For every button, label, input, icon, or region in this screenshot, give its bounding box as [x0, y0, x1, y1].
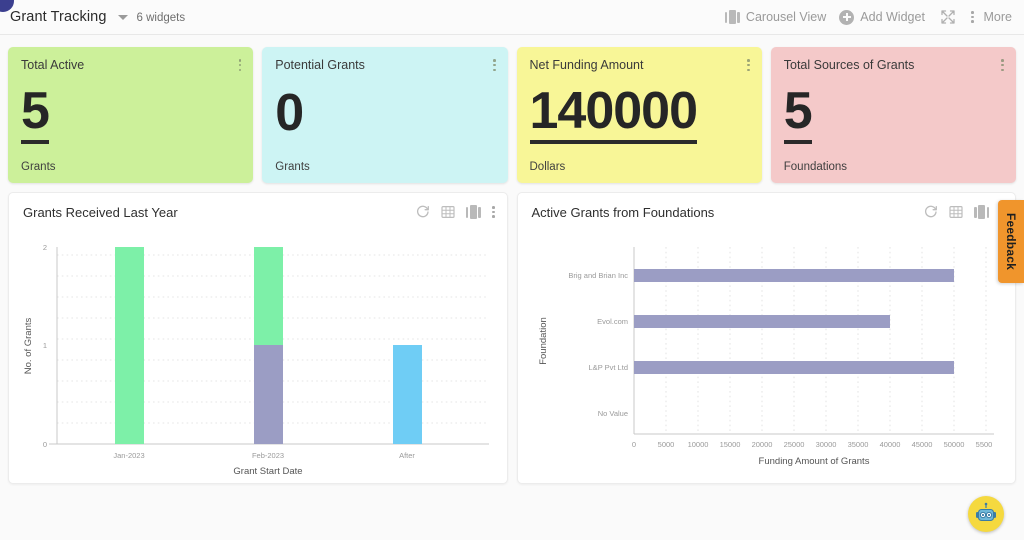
bar-after-blue[interactable] — [393, 345, 422, 444]
kpi-value-wrap: 140000 — [530, 68, 749, 161]
widget-count-label: 6 widgets — [137, 12, 186, 24]
widget-panel-row: Grants Received Last Year — [8, 192, 1016, 484]
add-widget-button[interactable]: Add Widget — [839, 10, 925, 25]
carousel-icon[interactable] — [466, 205, 481, 219]
chatbot-robot-icon — [973, 501, 999, 527]
x-axis-title: Funding Amount of Grants — [758, 456, 869, 467]
y-tick-2: 2 — [43, 243, 47, 252]
x-tick-2: 10000 — [687, 440, 708, 449]
kpi-card-net-funding-amount[interactable]: Net Funding Amount 140000 Dollars — [517, 47, 762, 183]
x-tick-0: 0 — [631, 440, 635, 449]
x-tick-7: 35000 — [847, 440, 868, 449]
widget-active-grants-from-foundations: Active Grants from Foundations — [517, 192, 1017, 484]
bar-chart-active-grants: Brig and Brian Inc Evol.com L&P Pvt Ltd … — [518, 231, 1016, 483]
kpi-value-wrap: 5 — [21, 68, 240, 161]
refresh-icon[interactable] — [924, 205, 938, 219]
y-axis-title: Foundation — [538, 317, 549, 365]
bar-lp-pvt-ltd[interactable] — [634, 361, 954, 374]
widget-header: Grants Received Last Year — [9, 193, 507, 231]
chart-svg: Brig and Brian Inc Evol.com L&P Pvt Ltd … — [518, 231, 1016, 483]
y-tick-lp-pvt-ltd: L&P Pvt Ltd — [588, 363, 627, 372]
x-tick-6: 30000 — [815, 440, 836, 449]
refresh-icon[interactable] — [416, 205, 430, 219]
dashboard-app: Grant Tracking 6 widgets Carousel View A… — [0, 0, 1024, 540]
widget-tools — [924, 205, 1003, 219]
kpi-card-row: Total Active 5 Grants Potential Grants 0… — [8, 47, 1016, 183]
kpi-card-total-active[interactable]: Total Active 5 Grants — [8, 47, 253, 183]
chatbot-assistant-button[interactable] — [968, 496, 1004, 532]
kpi-kebab-menu-icon[interactable] — [1001, 59, 1004, 71]
x-tick-8: 40000 — [879, 440, 900, 449]
page-title: Grant Tracking — [10, 9, 107, 25]
y-tick-brig-and-brian-inc: Brig and Brian Inc — [568, 271, 628, 280]
kebab-menu-icon[interactable] — [492, 206, 495, 218]
y-tick-1: 1 — [43, 341, 47, 350]
x-tick-after: After — [399, 451, 415, 460]
more-menu-button[interactable]: More — [971, 10, 1012, 24]
x-tick-3: 15000 — [719, 440, 740, 449]
x-tick-10: 50000 — [943, 440, 964, 449]
carousel-icon — [725, 10, 740, 24]
expand-icon — [940, 9, 956, 25]
expand-button[interactable] — [940, 9, 956, 25]
carousel-icon[interactable] — [974, 205, 989, 219]
x-tick-feb-2023: Feb-2023 — [252, 451, 284, 460]
carousel-view-label: Carousel View — [746, 10, 826, 24]
kpi-unit: Grants — [275, 161, 494, 173]
kpi-value: 5 — [21, 85, 49, 144]
chevron-down-icon[interactable] — [118, 15, 128, 20]
more-label: More — [984, 10, 1012, 24]
x-axis-title: Grant Start Date — [233, 466, 302, 477]
x-tick-9: 45000 — [911, 440, 932, 449]
bar-jan-2023-green[interactable] — [115, 247, 144, 444]
widget-title: Active Grants from Foundations — [532, 205, 715, 220]
widget-title: Grants Received Last Year — [23, 205, 178, 220]
bar-evol-com[interactable] — [634, 315, 890, 328]
kpi-value: 140000 — [530, 85, 698, 144]
widget-header: Active Grants from Foundations — [518, 193, 1016, 231]
kpi-unit: Dollars — [530, 161, 749, 173]
y-tick-0: 0 — [43, 440, 47, 449]
kpi-value-wrap: 0 — [275, 68, 494, 161]
widget-grants-received-last-year: Grants Received Last Year — [8, 192, 508, 484]
x-tick-1: 5000 — [657, 440, 674, 449]
y-axis-title: No. of Grants — [23, 318, 34, 375]
bar-chart-grants-received: 0 1 2 Jan-2023 Feb-2023 After Grant St — [9, 231, 507, 483]
table-view-icon[interactable] — [949, 205, 963, 219]
x-tick-5: 25000 — [783, 440, 804, 449]
bar-feb-2023-green[interactable] — [254, 247, 283, 345]
bar-brig-and-brian-inc[interactable] — [634, 269, 954, 282]
x-tick-11: 5500 — [975, 440, 992, 449]
kpi-value: 0 — [275, 87, 303, 142]
top-toolbar: Grant Tracking 6 widgets Carousel View A… — [0, 0, 1024, 35]
y-tick-evol-com: Evol.com — [597, 317, 628, 326]
kpi-value-wrap: 5 — [784, 68, 1003, 161]
plus-circle-icon — [839, 10, 854, 25]
bar-feb-2023-purple[interactable] — [254, 345, 283, 444]
kpi-unit: Foundations — [784, 161, 1003, 173]
chart-svg: 0 1 2 Jan-2023 Feb-2023 After Grant St — [9, 231, 507, 483]
kpi-unit: Grants — [21, 161, 240, 173]
add-widget-label: Add Widget — [860, 10, 925, 24]
kpi-card-total-sources-of-grants[interactable]: Total Sources of Grants 5 Foundations — [771, 47, 1016, 183]
dashboard-title-group: Grant Tracking 6 widgets — [10, 9, 185, 25]
toolbar-actions: Carousel View Add Widget More — [725, 9, 1024, 25]
kpi-kebab-menu-icon[interactable] — [239, 59, 242, 71]
feedback-label: Feedback — [1004, 213, 1018, 270]
kpi-value: 5 — [784, 85, 812, 144]
widget-tools — [416, 205, 495, 219]
kebab-menu-icon — [971, 11, 974, 23]
x-tick-4: 20000 — [751, 440, 772, 449]
feedback-tab[interactable]: Feedback — [998, 200, 1024, 283]
kpi-card-potential-grants[interactable]: Potential Grants 0 Grants — [262, 47, 507, 183]
x-tick-jan-2023: Jan-2023 — [113, 451, 144, 460]
kpi-kebab-menu-icon[interactable] — [747, 59, 750, 71]
y-tick-no-value: No Value — [597, 409, 627, 418]
kpi-kebab-menu-icon[interactable] — [493, 59, 496, 71]
carousel-view-button[interactable]: Carousel View — [725, 10, 826, 24]
table-view-icon[interactable] — [441, 205, 455, 219]
